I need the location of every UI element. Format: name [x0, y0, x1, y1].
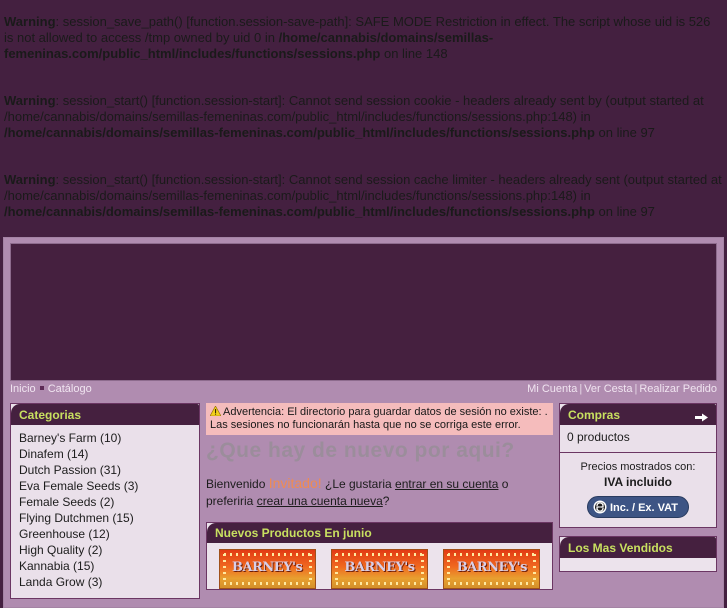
- main-content: Advertencia: El directorio para guardar …: [206, 403, 553, 590]
- bestsellers-panel-title: Los Mas Vendidos: [568, 541, 673, 555]
- vat-line-1: Precios mostrados con:: [580, 461, 696, 473]
- category-link[interactable]: Greenhouse (12): [19, 527, 110, 541]
- cart-item-count: 0 productos: [567, 430, 630, 444]
- register-link[interactable]: crear una cuenta nueva: [257, 494, 383, 508]
- nav-links: Mi Cuenta | Ver Cesta | Realizar Pedido: [527, 381, 717, 398]
- list-item: Eva Female Seeds (3): [19, 479, 191, 494]
- category-link[interactable]: Dutch Passion (31): [19, 463, 121, 477]
- login-link[interactable]: entrar en su cuenta: [395, 477, 498, 491]
- category-link[interactable]: Kannabia (15): [19, 559, 94, 573]
- site-banner: [10, 243, 717, 381]
- guest-name: Invitado!: [268, 475, 322, 491]
- categories-panel-title: Categorias: [19, 408, 82, 422]
- product-brand-label: BARNEY's: [232, 560, 303, 575]
- welcome-end: ?: [382, 494, 390, 508]
- categories-panel-body: Barney's Farm (10) Dinafem (14) Dutch Pa…: [11, 425, 199, 598]
- product-brand-label: BARNEY's: [344, 560, 415, 575]
- warning-path: /home/cannabis/domains/semillas-femenina…: [4, 125, 595, 140]
- category-link[interactable]: Female Seeds (2): [19, 495, 114, 509]
- vat-toggle-button[interactable]: Inc. / Ex. VAT: [586, 496, 690, 518]
- php-warning: Warning: session_save_path() [function.s…: [4, 0, 723, 62]
- new-products-title: Nuevos Productos En junio: [207, 523, 552, 543]
- new-products-panel: Nuevos Productos En junio BARNEY's BARNE…: [206, 522, 553, 590]
- thumb-border-dots-icon: [223, 582, 311, 585]
- right-sidebar: Compras 0 productos Precios mostrados co…: [559, 403, 717, 580]
- list-item: Dutch Passion (31): [19, 463, 191, 478]
- list-item: Kannabia (15): [19, 559, 191, 574]
- category-link[interactable]: Flying Dutchmen (15): [19, 511, 134, 525]
- php-warnings-block: Warning: session_save_path() [function.s…: [0, 0, 727, 220]
- warning-label: Warning: [4, 93, 56, 108]
- vat-line-2: IVA incluido: [604, 475, 672, 489]
- product-thumbnail[interactable]: BARNEY's: [218, 549, 316, 589]
- php-warning: Warning: session_start() [function.sessi…: [4, 79, 723, 141]
- list-item: Greenhouse (12): [19, 527, 191, 542]
- php-warning: Warning: session_start() [function.sessi…: [4, 158, 723, 220]
- thumb-border-dots-icon: [335, 582, 423, 585]
- categories-list: Barney's Farm (10) Dinafem (14) Dutch Pa…: [19, 431, 191, 590]
- category-link[interactable]: Dinafem (14): [19, 447, 88, 461]
- cart-panel: Compras 0 productos Precios mostrados co…: [559, 403, 717, 528]
- product-thumbnail[interactable]: BARNEY's: [330, 549, 428, 589]
- cart-panel-title: Compras: [568, 408, 621, 422]
- page-wrapper: Inicio Catálogo Mi Cuenta | Ver Cesta | Reali…: [3, 237, 724, 608]
- list-item: Female Seeds (2): [19, 495, 191, 510]
- category-link[interactable]: Barney's Farm (10): [19, 431, 121, 445]
- categories-panel-header: Categorias: [11, 404, 199, 425]
- cart-panel-header: Compras: [560, 404, 716, 425]
- content-columns: Categorias Barney's Farm (10) Dinafem (1…: [4, 398, 723, 607]
- swap-circle-icon: [593, 500, 607, 514]
- vat-block: Precios mostrados con: IVA incluido Inc.…: [560, 453, 716, 527]
- list-item: Barney's Farm (10): [19, 431, 191, 446]
- page-title: ¿Que hay de nuevo por aqui?: [206, 439, 515, 462]
- nav-link-realizar-pedido[interactable]: Realizar Pedido: [639, 383, 717, 395]
- breadcrumb-separator-icon: [39, 386, 44, 391]
- thumb-border-dots-icon: [223, 553, 311, 556]
- session-alert-text: Advertencia: El directorio para guardar …: [210, 406, 548, 431]
- welcome-message: Bienvenido Invitado! ¿Le gustaria entrar…: [206, 475, 553, 510]
- category-link[interactable]: High Quality (2): [19, 543, 102, 557]
- welcome-mid: ¿Le gustaria: [321, 477, 396, 491]
- navigation-bar: Inicio Catálogo Mi Cuenta | Ver Cesta | Reali…: [4, 381, 723, 398]
- breadcrumb-item-catalogo[interactable]: Catálogo: [48, 383, 92, 395]
- warning-text-2: on line 97: [594, 204, 655, 219]
- list-item: Dinafem (14): [19, 447, 191, 462]
- warning-label: Warning: [4, 172, 56, 187]
- list-item: High Quality (2): [19, 543, 191, 558]
- warning-text-2: on line 148: [380, 46, 448, 61]
- categories-panel: Categorias Barney's Farm (10) Dinafem (1…: [10, 403, 200, 599]
- bestsellers-panel-header: Los Mas Vendidos: [560, 537, 716, 558]
- warning-path: /home/cannabis/domains/semillas-femenina…: [4, 204, 595, 219]
- warning-triangle-icon: [209, 405, 222, 417]
- product-brand-label: BARNEY's: [456, 560, 528, 575]
- breadcrumb: Inicio Catálogo: [10, 381, 92, 398]
- welcome-pre: Bienvenido: [206, 477, 269, 491]
- vat-toggle-label: Inc. / Ex. VAT: [609, 502, 679, 514]
- thumb-border-dots-icon: [448, 553, 536, 556]
- category-link[interactable]: Eva Female Seeds (3): [19, 479, 138, 493]
- product-thumbnail[interactable]: BARNEY's: [443, 549, 541, 589]
- bestsellers-panel: Los Mas Vendidos: [559, 536, 717, 572]
- arrow-right-icon[interactable]: [695, 411, 708, 421]
- nav-link-mi-cuenta[interactable]: Mi Cuenta: [527, 383, 577, 395]
- list-item: Landa Grow (3): [19, 575, 191, 590]
- session-alert: Advertencia: El directorio para guardar …: [206, 403, 553, 435]
- bestsellers-panel-body: [560, 558, 716, 571]
- thumb-border-dots-icon: [448, 582, 536, 585]
- new-products-grid: BARNEY's BARNEY's BARNEY's: [207, 543, 552, 589]
- breadcrumb-item-inicio[interactable]: Inicio: [10, 383, 36, 395]
- warning-text-1: : session_start() [function.session-star…: [4, 93, 704, 124]
- warning-text-2: on line 97: [594, 125, 655, 140]
- list-item: Flying Dutchmen (15): [19, 511, 191, 526]
- warning-text-1: : session_start() [function.session-star…: [4, 172, 722, 203]
- warning-label: Warning: [4, 14, 56, 29]
- category-link[interactable]: Landa Grow (3): [19, 575, 102, 589]
- thumb-border-dots-icon: [335, 553, 423, 556]
- left-sidebar: Categorias Barney's Farm (10) Dinafem (1…: [10, 403, 200, 607]
- nav-link-ver-cesta[interactable]: Ver Cesta: [584, 383, 632, 395]
